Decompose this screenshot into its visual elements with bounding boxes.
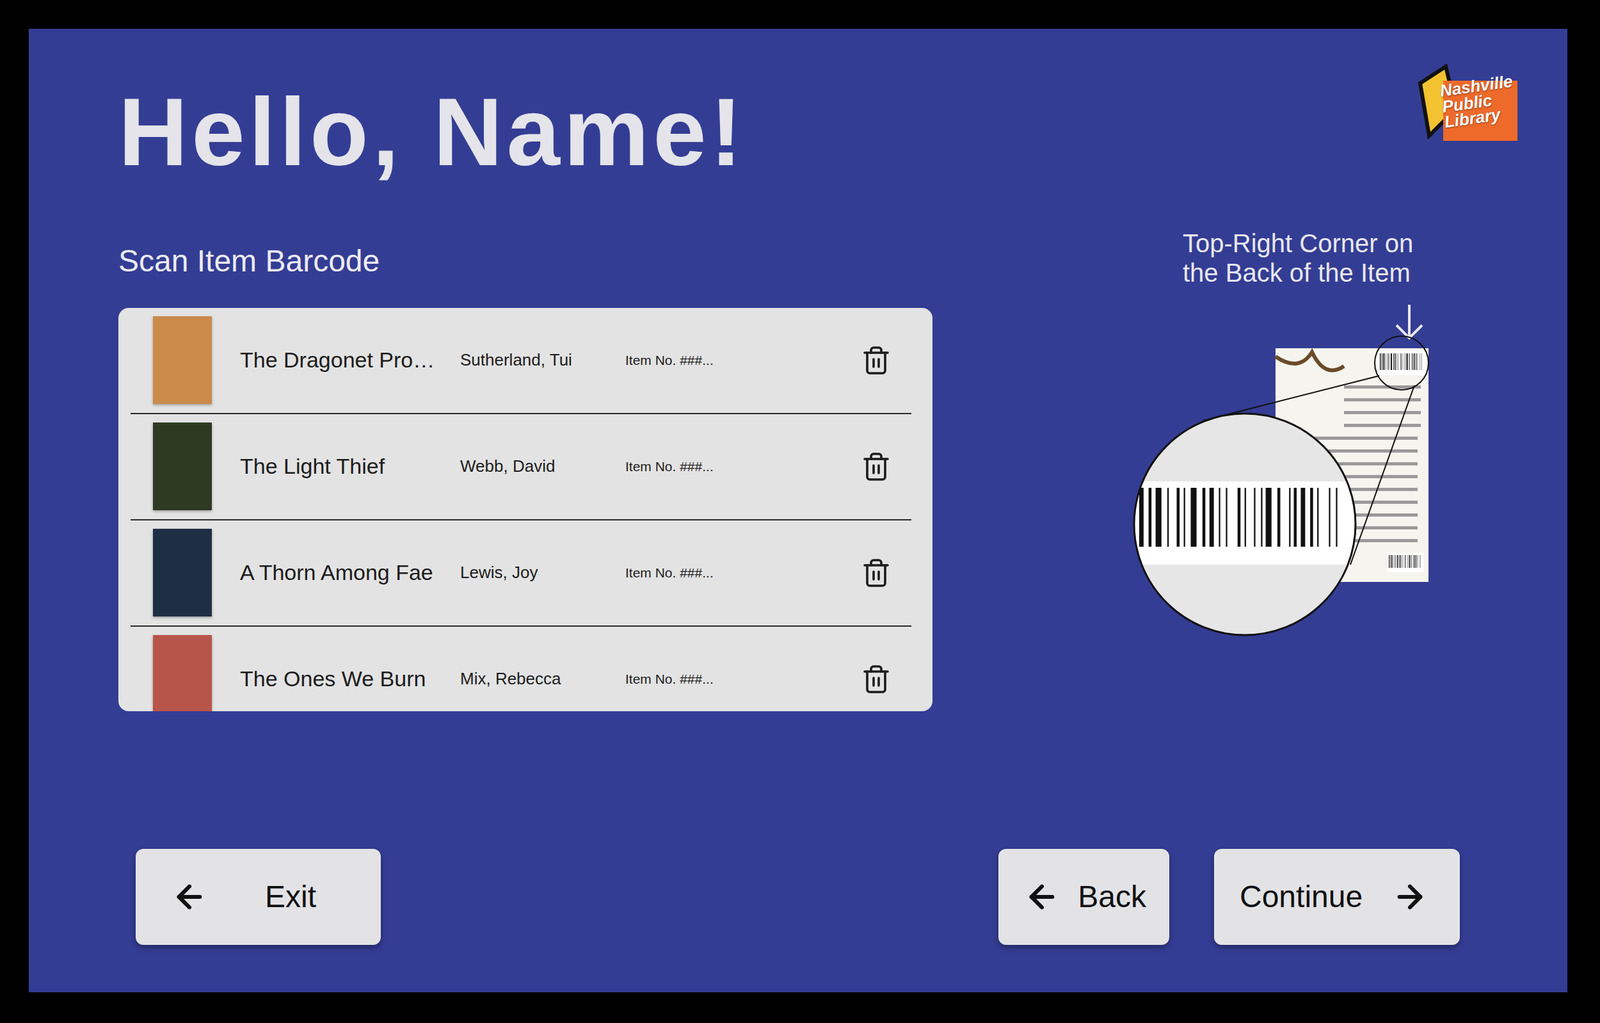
greeting: Hello, Name! bbox=[118, 83, 747, 180]
item-author: Mix, Rebecca bbox=[460, 666, 626, 692]
item-cover bbox=[152, 634, 212, 712]
screen: Hello, Name! NashvillePublicLibrary Scan I… bbox=[0, 0, 1600, 1023]
exit-button[interactable]: Exit bbox=[135, 848, 381, 945]
item-number: Item No. ###... bbox=[625, 350, 837, 371]
trash-icon bbox=[860, 663, 892, 695]
item-row: The Light ThiefWebb, DavidItem No. ###..… bbox=[130, 414, 912, 521]
item-number: Item No. ###... bbox=[625, 562, 837, 584]
main: Scan Item Barcode The Dragonet Pro…Suther… bbox=[28, 179, 1568, 712]
kiosk-panel: Hello, Name! NashvillePublicLibrary Scan I… bbox=[28, 28, 1568, 992]
scan-prompt: Scan Item Barcode bbox=[118, 242, 933, 280]
nav-buttons: Back Continue bbox=[998, 848, 1460, 945]
item-row: The Ones We BurnMix, RebeccaItem No. ###… bbox=[130, 626, 912, 712]
delete-button[interactable] bbox=[858, 554, 895, 591]
scan-column: Scan Item Barcode The Dragonet Pro…Suther… bbox=[118, 179, 933, 712]
item-author: Sutherland, Tui bbox=[460, 347, 626, 373]
barcode-hint: Top-Right Corner onthe Back of the Item bbox=[1132, 228, 1440, 642]
item-title: The Ones We Burn bbox=[240, 662, 461, 696]
item-cover bbox=[152, 528, 212, 617]
item-number: Item No. ###... bbox=[625, 456, 837, 477]
item-number: Item No. ###... bbox=[625, 668, 837, 690]
delete-button[interactable] bbox=[858, 448, 895, 485]
hint-text: the Back of the Item bbox=[1182, 257, 1440, 288]
button-bar: Exit Back Continue bbox=[28, 848, 1568, 992]
arrow-right-icon bbox=[1392, 878, 1428, 915]
header: Hello, Name! NashvillePublicLibrary bbox=[28, 28, 1568, 180]
trash-icon bbox=[860, 557, 892, 589]
item-title: A Thorn Among Fae bbox=[240, 556, 461, 589]
arrow-left-icon bbox=[171, 878, 208, 915]
item-cover bbox=[152, 316, 212, 404]
trash-icon bbox=[860, 451, 892, 482]
item-row: The Dragonet Pro…Sutherland, TuiItem No.… bbox=[130, 307, 912, 415]
item-author: Webb, David bbox=[460, 453, 626, 479]
hint-text: Top-Right Corner on bbox=[1182, 228, 1440, 258]
continue-button[interactable]: Continue bbox=[1214, 848, 1460, 945]
delete-button[interactable] bbox=[858, 342, 895, 379]
barcode-location-icon bbox=[1132, 295, 1434, 642]
item-title: The Dragonet Pro… bbox=[240, 343, 461, 377]
back-button[interactable]: Back bbox=[998, 848, 1170, 945]
item-list: The Dragonet Pro…Sutherland, TuiItem No.… bbox=[118, 307, 933, 712]
item-author: Lewis, Joy bbox=[460, 560, 626, 585]
item-title: The Light Thief bbox=[240, 449, 461, 483]
arrow-left-icon bbox=[1024, 878, 1060, 915]
trash-icon bbox=[860, 344, 892, 376]
item-cover bbox=[152, 422, 212, 511]
item-row: A Thorn Among FaeLewis, JoyItem No. ###.… bbox=[130, 520, 912, 627]
library-logo: NashvillePublicLibrary bbox=[1417, 64, 1520, 145]
delete-button[interactable] bbox=[858, 661, 895, 697]
